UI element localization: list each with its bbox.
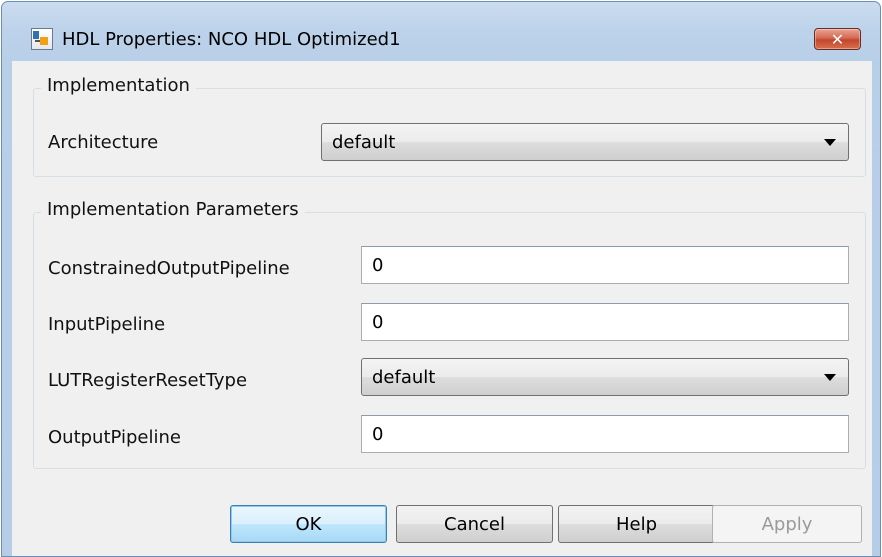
cancel-button[interactable]: Cancel — [396, 505, 553, 543]
lut-register-reset-type-dropdown[interactable]: default — [361, 358, 849, 396]
dialog-window: HDL Properties: NCO HDL Optimized1 ✕ Imp… — [1, 1, 881, 557]
apply-button[interactable]: Apply — [712, 505, 862, 543]
simulink-block-icon — [31, 28, 53, 50]
window-title: HDL Properties: NCO HDL Optimized1 — [62, 29, 401, 50]
close-icon: ✕ — [830, 29, 845, 49]
input-pipeline-value: 0 — [372, 312, 384, 333]
architecture-label: Architecture — [48, 132, 159, 153]
dialog-body: Implementation Architecture default Impl… — [12, 61, 872, 556]
title-bar[interactable]: HDL Properties: NCO HDL Optimized1 ✕ — [2, 2, 880, 62]
ok-button[interactable]: OK — [230, 505, 387, 543]
constrained-output-pipeline-label: ConstrainedOutputPipeline — [48, 258, 290, 279]
constrained-output-pipeline-value: 0 — [372, 255, 384, 276]
input-pipeline-label: InputPipeline — [48, 314, 166, 335]
architecture-value: default — [332, 132, 396, 153]
constrained-output-pipeline-field[interactable]: 0 — [361, 246, 849, 284]
lut-register-reset-type-label: LUTRegisterResetType — [48, 370, 248, 391]
output-pipeline-value: 0 — [372, 424, 384, 445]
close-button[interactable]: ✕ — [814, 28, 861, 50]
output-pipeline-field[interactable]: 0 — [361, 415, 849, 453]
output-pipeline-label: OutputPipeline — [48, 427, 181, 448]
help-button[interactable]: Help — [558, 505, 715, 543]
chevron-down-icon — [824, 374, 836, 381]
lut-register-reset-type-value: default — [372, 367, 436, 388]
chevron-down-icon — [824, 139, 836, 146]
implementation-legend: Implementation — [41, 75, 196, 96]
implementation-parameters-legend: Implementation Parameters — [41, 199, 305, 220]
input-pipeline-field[interactable]: 0 — [361, 303, 849, 341]
architecture-dropdown[interactable]: default — [321, 123, 849, 161]
